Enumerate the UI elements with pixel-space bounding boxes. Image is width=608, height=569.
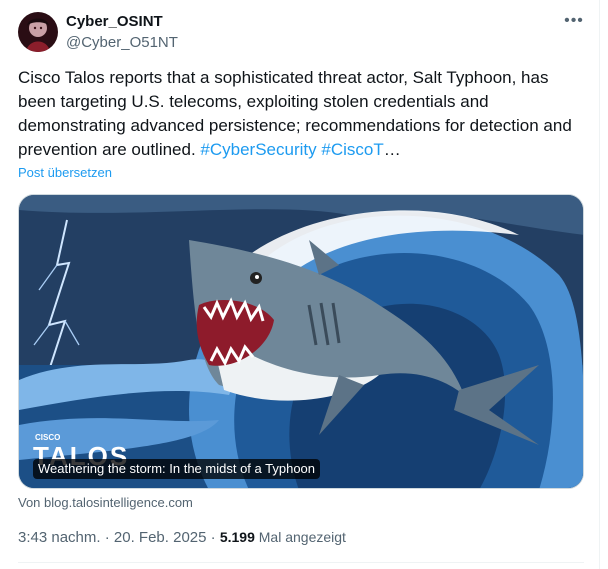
tweet-meta: 3:43 nachm. · 20. Feb. 2025 · 5.199 Mal …	[18, 528, 346, 547]
card-image: CISCO TALOS	[19, 195, 583, 488]
meta-separator: ·	[100, 529, 114, 546]
more-horizontal-icon[interactable]: •••	[563, 12, 585, 32]
tweet-date[interactable]: 20. Feb. 2025	[114, 529, 207, 546]
avatar[interactable]	[18, 12, 58, 52]
views-label: Mal angezeigt	[254, 529, 346, 545]
meta-separator: ·	[206, 529, 220, 546]
hashtag-link[interactable]: #CiscoT	[321, 140, 383, 159]
link-card[interactable]: CISCO TALOS Weathering the storm: In the…	[18, 194, 584, 489]
tweet: Cyber_OSINT @Cyber_O51NT ••• Cisco Talos…	[0, 0, 600, 569]
divider	[18, 562, 584, 563]
views-count[interactable]: 5.199	[220, 529, 255, 545]
hashtag-link[interactable]: #CyberSecurity	[200, 140, 316, 159]
card-source[interactable]: Von blog.talosintelligence.com	[18, 495, 193, 510]
author-display-name[interactable]: Cyber_OSINT	[66, 13, 163, 31]
card-title[interactable]: Weathering the storm: In the midst of a …	[33, 459, 321, 479]
tweet-time[interactable]: 3:43 nachm.	[18, 529, 101, 546]
tweet-text: Cisco Talos reports that a sophisticated…	[18, 66, 584, 162]
text-ellipsis: …	[383, 140, 401, 159]
translate-post-link[interactable]: Post übersetzen	[18, 165, 112, 180]
author-handle[interactable]: @Cyber_O51NT	[66, 34, 178, 52]
